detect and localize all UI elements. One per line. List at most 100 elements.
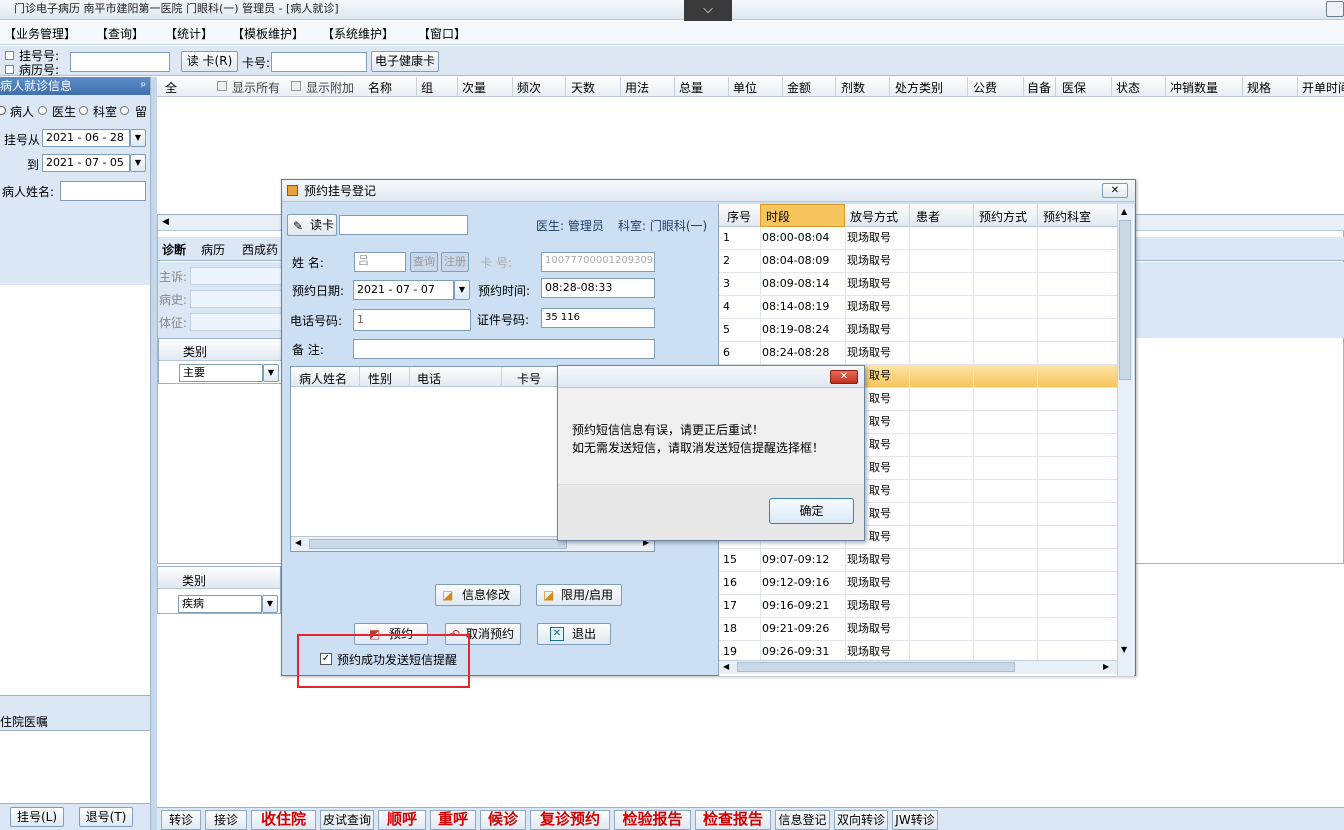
bottom-action-bar: 转诊 接诊 收住院 皮试查询 顺呼 重呼 候诊 复诊预约 检验报告 检查报告 信…: [157, 807, 1344, 830]
read-card-button[interactable]: 读 卡(R): [181, 51, 238, 72]
date-input[interactable]: 2021 - 07 - 07: [353, 280, 454, 300]
dialog-read-card-button[interactable]: ✎ 读卡: [287, 214, 337, 236]
tab-history[interactable]: 病历: [201, 241, 225, 258]
ok-button[interactable]: 确定: [769, 498, 854, 524]
show-extra-checkbox[interactable]: [291, 81, 301, 91]
phone-input[interactable]: 1: [353, 309, 471, 331]
chevron-down-icon[interactable]: ▼: [130, 129, 146, 147]
edit-info-button[interactable]: ◪ 信息修改: [435, 584, 521, 606]
patient-no-input[interactable]: [70, 52, 170, 72]
card-number-field[interactable]: 10077700001209309: [541, 252, 655, 272]
exit-button[interactable]: ✕ 退出: [537, 623, 611, 645]
schedule-row[interactable]: 2 08:04-08:09 现场取号: [719, 250, 1117, 273]
schedule-row[interactable]: 4 08:14-08:19 现场取号: [719, 296, 1117, 319]
sched-scroll-thumb[interactable]: [737, 662, 1015, 672]
note-input[interactable]: [353, 339, 655, 359]
skin-test-button[interactable]: 皮试查询: [320, 810, 374, 830]
dialog-card-input[interactable]: [339, 215, 468, 235]
recall-button[interactable]: 重呼: [430, 810, 476, 830]
category2-select[interactable]: 疾病: [178, 595, 262, 613]
record-no-checkbox[interactable]: [5, 65, 14, 74]
v-scroll-thumb[interactable]: [1119, 220, 1131, 380]
follow-up-booking-button[interactable]: 复诊预约: [530, 810, 610, 830]
schedule-row[interactable]: 15 09:07-09:12 现场取号: [719, 549, 1117, 572]
show-all-checkbox[interactable]: [217, 81, 227, 91]
scroll-left-icon[interactable]: ◀: [162, 217, 169, 227]
waiting-button[interactable]: 候诊: [480, 810, 526, 830]
scroll-thumb[interactable]: [309, 539, 567, 549]
reg-to-date[interactable]: 2021 - 07 - 05: [42, 154, 130, 172]
schedule-row-method: 现场取号: [847, 254, 891, 267]
name-input[interactable]: 吕: [354, 252, 406, 272]
unregister-button[interactable]: 退号(T): [79, 807, 133, 827]
radio-dept[interactable]: [79, 106, 88, 115]
sched-col-time[interactable]: 时段: [766, 208, 790, 225]
scroll-down-icon[interactable]: ▼: [1121, 645, 1127, 654]
radio-stay[interactable]: [120, 106, 129, 115]
admit-button[interactable]: 收住院: [251, 810, 316, 830]
scroll-right-icon[interactable]: ▶: [1103, 662, 1109, 671]
v-scrollbar[interactable]: ▲ ▼: [1117, 204, 1133, 676]
schedule-row[interactable]: 6 08:24-08:28 现场取号: [719, 342, 1117, 365]
history-label: 病史:: [159, 293, 188, 307]
close-icon[interactable]: ✕: [830, 370, 858, 384]
schedule-row[interactable]: 17 09:16-09:21 现场取号: [719, 595, 1117, 618]
lab-report-button[interactable]: 检验报告: [614, 810, 691, 830]
chevron-down-icon[interactable]: ▼: [130, 154, 146, 172]
time-input[interactable]: 08:28-08:33: [541, 278, 655, 298]
id-input[interactable]: 35 116: [541, 308, 655, 328]
window-control-button[interactable]: [1326, 1, 1344, 17]
register-patient-button[interactable]: 注册: [441, 252, 469, 272]
ehealth-card-button[interactable]: 电子健康卡: [371, 51, 439, 72]
complaint-input[interactable]: [190, 267, 285, 285]
scroll-left-icon[interactable]: ◀: [723, 662, 729, 671]
chevron-down-icon[interactable]: ▼: [454, 280, 470, 300]
query-button[interactable]: 查询: [410, 252, 438, 272]
tab-diagnosis[interactable]: 诊断: [162, 241, 186, 258]
menu-statistics[interactable]: 【统计】: [165, 25, 213, 42]
jw-transfer-button[interactable]: JW转诊: [892, 810, 938, 830]
menu-template[interactable]: 【模板维护】: [232, 25, 304, 42]
exam-report-button[interactable]: 检查报告: [695, 810, 771, 830]
receive-button[interactable]: 接诊: [205, 810, 247, 830]
sign-input[interactable]: [190, 313, 285, 331]
limit-enable-button[interactable]: ◪ 限用/启用: [536, 584, 622, 606]
scroll-up-icon[interactable]: ▲: [1121, 207, 1127, 216]
schedule-row[interactable]: 16 09:12-09:16 现场取号: [719, 572, 1117, 595]
menu-query[interactable]: 【查询】: [96, 25, 144, 42]
menu-window[interactable]: 【窗口】: [418, 25, 466, 42]
category-select[interactable]: 主要: [179, 364, 263, 382]
prescription-grid-header: 全 显示所有 显示附加 名称 组 次量 频次 天数 用法 总量 单位 金额 剂数…: [157, 77, 1344, 97]
schedule-row[interactable]: 18 09:21-09:26 现场取号: [719, 618, 1117, 641]
schedule-row-no: 3: [723, 277, 730, 290]
scroll-left-icon[interactable]: ◀: [295, 538, 301, 547]
radio-doctor[interactable]: [38, 106, 47, 115]
category2-header: 类别: [182, 574, 207, 588]
reg-no-checkbox[interactable]: [5, 51, 14, 60]
menu-business[interactable]: 【业务管理】: [4, 25, 76, 42]
close-icon[interactable]: ✕: [1102, 183, 1128, 198]
info-register-button[interactable]: 信息登记: [775, 810, 830, 830]
list-col-phone: 电话: [417, 372, 442, 386]
patient-name-input[interactable]: [60, 181, 146, 201]
col-all[interactable]: 全: [165, 79, 177, 96]
two-way-transfer-button[interactable]: 双向转诊: [834, 810, 888, 830]
schedule-row[interactable]: 3 08:09-08:14 现场取号: [719, 273, 1117, 296]
pin-icon[interactable]: ᵖ: [141, 77, 146, 95]
tab-western-medicine[interactable]: 西成药: [242, 241, 278, 258]
sched-h-scrollbar[interactable]: ◀ ▶: [719, 660, 1117, 674]
menu-system[interactable]: 【系统维护】: [322, 25, 394, 42]
schedule-row[interactable]: 5 08:19-08:24 现场取号: [719, 319, 1117, 342]
history-input[interactable]: [190, 290, 285, 308]
transfer-button[interactable]: 转诊: [161, 810, 201, 830]
radio-patient[interactable]: [0, 106, 6, 115]
call-next-button[interactable]: 顺呼: [378, 810, 426, 830]
chevron-down-icon[interactable]: ▼: [262, 595, 278, 613]
card-no-input[interactable]: [271, 52, 367, 72]
radio-doctor-label: 医生: [52, 105, 77, 119]
register-button[interactable]: 挂号(L): [10, 807, 64, 827]
schedule-row[interactable]: 1 08:00-08:04 现场取号: [719, 227, 1117, 250]
reg-from-date[interactable]: 2021 - 06 - 28: [42, 129, 130, 147]
chevron-down-icon[interactable]: ▼: [263, 364, 279, 382]
collapse-icon[interactable]: ⌵: [684, 0, 732, 21]
